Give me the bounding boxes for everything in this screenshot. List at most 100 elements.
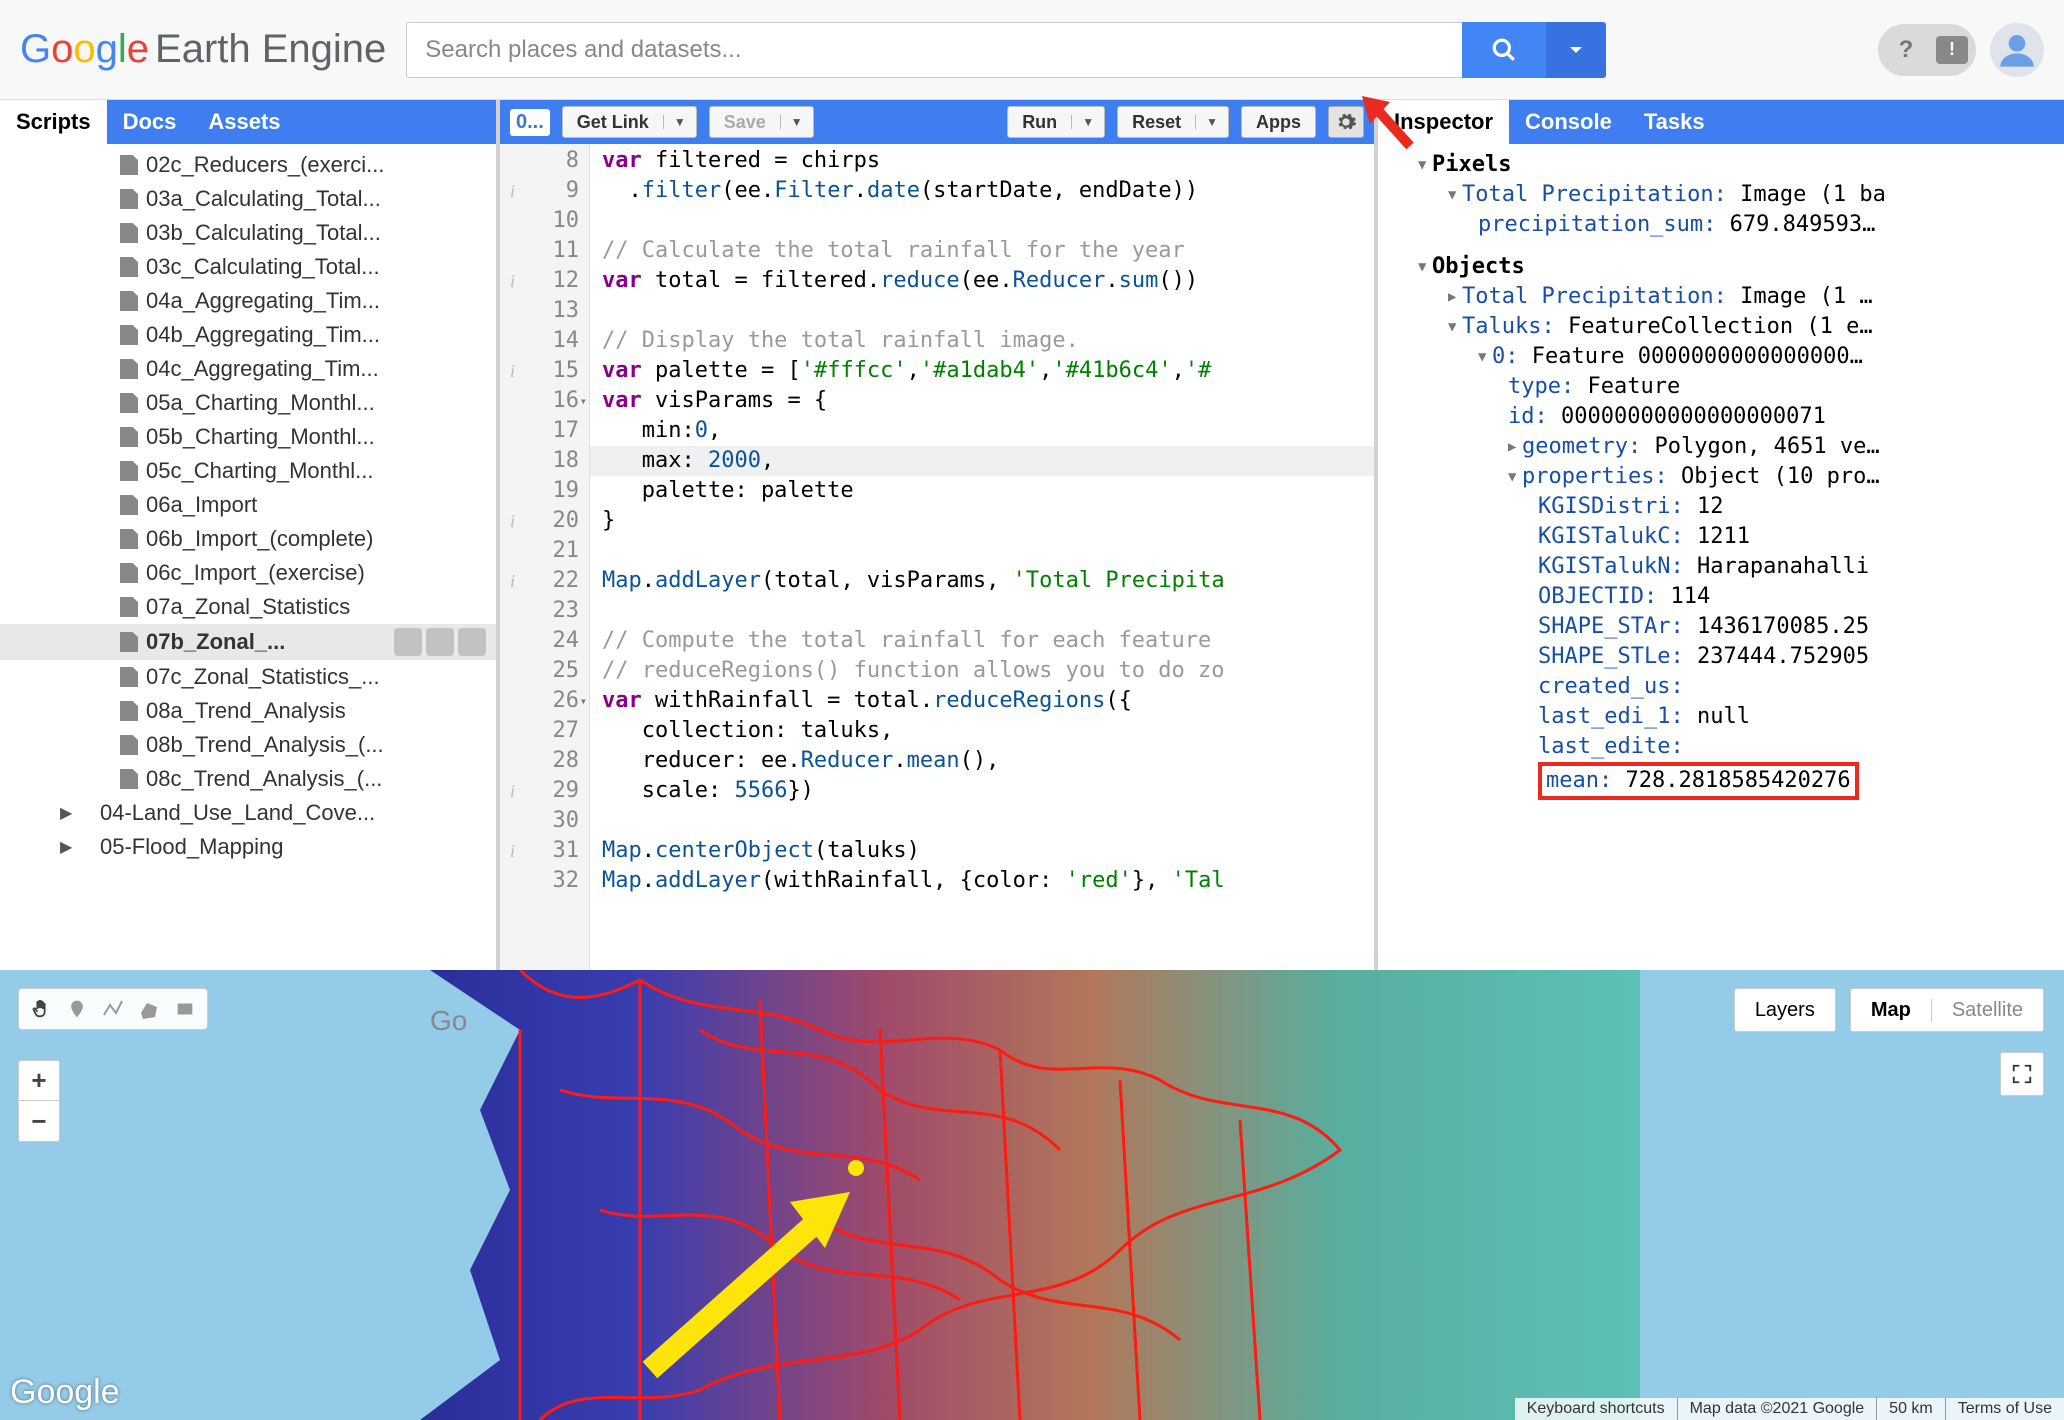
map-zoom-controls: + −	[18, 1060, 60, 1142]
script-item[interactable]: 07b_Zonal_...	[0, 624, 496, 660]
script-item-label: 03b_Calculating_Total...	[146, 220, 381, 246]
apps-button[interactable]: Apps	[1241, 106, 1316, 138]
search-button[interactable]	[1462, 22, 1546, 78]
script-item-label: 06a_Import	[146, 492, 257, 518]
run-button[interactable]: Run▼	[1007, 106, 1105, 138]
script-item[interactable]: 07a_Zonal_Statistics	[0, 590, 496, 624]
file-icon	[120, 359, 138, 379]
rectangle-tool[interactable]	[171, 995, 199, 1023]
editor-panel: 0... Get Link▼ Save▼ Run▼ Reset▼ Apps 89…	[500, 100, 1378, 970]
polygon-tool[interactable]	[135, 995, 163, 1023]
script-item-label: 03a_Calculating_Total...	[146, 186, 381, 212]
file-icon	[120, 769, 138, 789]
tab-inspector[interactable]: Inspector	[1378, 100, 1509, 144]
fullscreen-icon	[2011, 1063, 2033, 1085]
tab-assets[interactable]: Assets	[192, 100, 296, 144]
tab-scripts[interactable]: Scripts	[0, 100, 107, 144]
marker-tool[interactable]	[63, 995, 91, 1023]
terms-link[interactable]: Terms of Use	[1945, 1398, 2064, 1420]
settings-button[interactable]	[1328, 106, 1364, 138]
file-icon	[120, 427, 138, 447]
folder-item[interactable]: ▶04-Land_Use_Land_Cove...	[0, 796, 496, 830]
script-item-label: 07c_Zonal_Statistics_...	[146, 664, 380, 690]
get-link-button[interactable]: Get Link▼	[562, 106, 697, 138]
script-item[interactable]: 03a_Calculating_Total...	[0, 182, 496, 216]
feedback-button[interactable]: !	[1936, 36, 1968, 64]
map-drawing-tools	[18, 988, 208, 1030]
map-type-map[interactable]: Map	[1851, 999, 1931, 1022]
file-icon	[120, 223, 138, 243]
zoom-in-button[interactable]: +	[19, 1061, 59, 1101]
file-icon	[120, 257, 138, 277]
script-item-label: 08b_Trend_Analysis_(...	[146, 732, 384, 758]
folder-label: 05-Flood_Mapping	[100, 834, 283, 860]
script-item-label: 05c_Charting_Monthl...	[146, 458, 373, 484]
expand-icon: ▶	[60, 803, 72, 823]
search-icon	[1491, 37, 1517, 63]
script-item[interactable]: 08a_Trend_Analysis	[0, 694, 496, 728]
zoom-out-button[interactable]: −	[19, 1101, 59, 1141]
map-type-satellite[interactable]: Satellite	[1931, 999, 2043, 1022]
map-view[interactable]: Go + − Layers Map Satellite Goo	[0, 970, 2064, 1420]
layers-button[interactable]: Layers	[1734, 988, 1836, 1032]
script-item[interactable]: 05b_Charting_Monthl...	[0, 420, 496, 454]
script-item[interactable]: 03c_Calculating_Total...	[0, 250, 496, 284]
script-item-label: 04b_Aggregating_Tim...	[146, 322, 380, 348]
keyboard-shortcuts-link[interactable]: Keyboard shortcuts	[1515, 1398, 1677, 1420]
user-icon	[1997, 30, 2037, 70]
script-item[interactable]: 07c_Zonal_Statistics_...	[0, 660, 496, 694]
script-item[interactable]: 06c_Import_(exercise)	[0, 556, 496, 590]
right-tab-bar: Inspector Console Tasks	[1378, 100, 2064, 144]
chevron-down-icon[interactable]: ▼	[1071, 115, 1104, 129]
fullscreen-button[interactable]	[2000, 1052, 2044, 1096]
left-tab-bar: Scripts Docs Assets	[0, 100, 496, 144]
file-icon	[120, 495, 138, 515]
account-avatar[interactable]	[1990, 23, 2044, 77]
code-editor[interactable]: 89i101112i131415i16▾17181920i2122i232425…	[500, 144, 1374, 970]
map-attribution: Keyboard shortcuts Map data ©2021 Google…	[1515, 1398, 2064, 1420]
script-action-icon[interactable]	[394, 628, 422, 656]
line-tool[interactable]	[99, 995, 127, 1023]
script-item-label: 08a_Trend_Analysis	[146, 698, 346, 724]
chevron-down-icon[interactable]: ▼	[780, 115, 813, 129]
script-item[interactable]: 04c_Aggregating_Tim...	[0, 352, 496, 386]
script-item[interactable]: 02c_Reducers_(exerci...	[0, 148, 496, 182]
highlighted-mean-property: mean: 728.2818585420276	[1538, 762, 1859, 800]
script-action-icon[interactable]	[458, 628, 486, 656]
scripts-list[interactable]: 02c_Reducers_(exerci... 03a_Calculating_T…	[0, 144, 496, 970]
script-item[interactable]: 08b_Trend_Analysis_(...	[0, 728, 496, 762]
chevron-down-icon	[1567, 41, 1585, 59]
script-item-label: 07b_Zonal_...	[146, 629, 285, 655]
script-item-label: 05a_Charting_Monthl...	[146, 390, 375, 416]
tab-docs[interactable]: Docs	[107, 100, 193, 144]
map-canvas: Go	[0, 970, 2064, 1420]
search-dropdown-button[interactable]	[1546, 22, 1606, 78]
script-item-label: 06c_Import_(exercise)	[146, 560, 365, 586]
pan-tool[interactable]	[27, 995, 55, 1023]
chevron-down-icon[interactable]: ▼	[663, 115, 696, 129]
file-icon	[120, 291, 138, 311]
chevron-down-icon[interactable]: ▼	[1195, 115, 1228, 129]
folder-item[interactable]: ▶05-Flood_Mapping	[0, 830, 496, 864]
script-item-label: 08c_Trend_Analysis_(...	[146, 766, 382, 792]
tab-tasks[interactable]: Tasks	[1628, 100, 1721, 144]
script-item[interactable]: 03b_Calculating_Total...	[0, 216, 496, 250]
script-item[interactable]: 06b_Import_(complete)	[0, 522, 496, 556]
file-icon	[120, 461, 138, 481]
script-action-icon[interactable]	[426, 628, 454, 656]
script-item[interactable]: 06a_Import	[0, 488, 496, 522]
search-input[interactable]	[406, 22, 1462, 78]
inspector-tree[interactable]: ▼Pixels ▼Total Precipitation: Image (1 b…	[1378, 144, 2064, 970]
script-item[interactable]: 04b_Aggregating_Tim...	[0, 318, 496, 352]
script-item[interactable]: 05a_Charting_Monthl...	[0, 386, 496, 420]
script-item-label: 04a_Aggregating_Tim...	[146, 288, 380, 314]
tab-console[interactable]: Console	[1509, 100, 1628, 144]
imports-badge[interactable]: 0...	[510, 109, 550, 136]
script-item[interactable]: 08c_Trend_Analysis_(...	[0, 762, 496, 796]
save-button[interactable]: Save▼	[709, 106, 814, 138]
help-button[interactable]: ?	[1886, 30, 1926, 70]
reset-button[interactable]: Reset▼	[1117, 106, 1229, 138]
script-item[interactable]: 05c_Charting_Monthl...	[0, 454, 496, 488]
file-icon	[120, 155, 138, 175]
script-item[interactable]: 04a_Aggregating_Tim...	[0, 284, 496, 318]
